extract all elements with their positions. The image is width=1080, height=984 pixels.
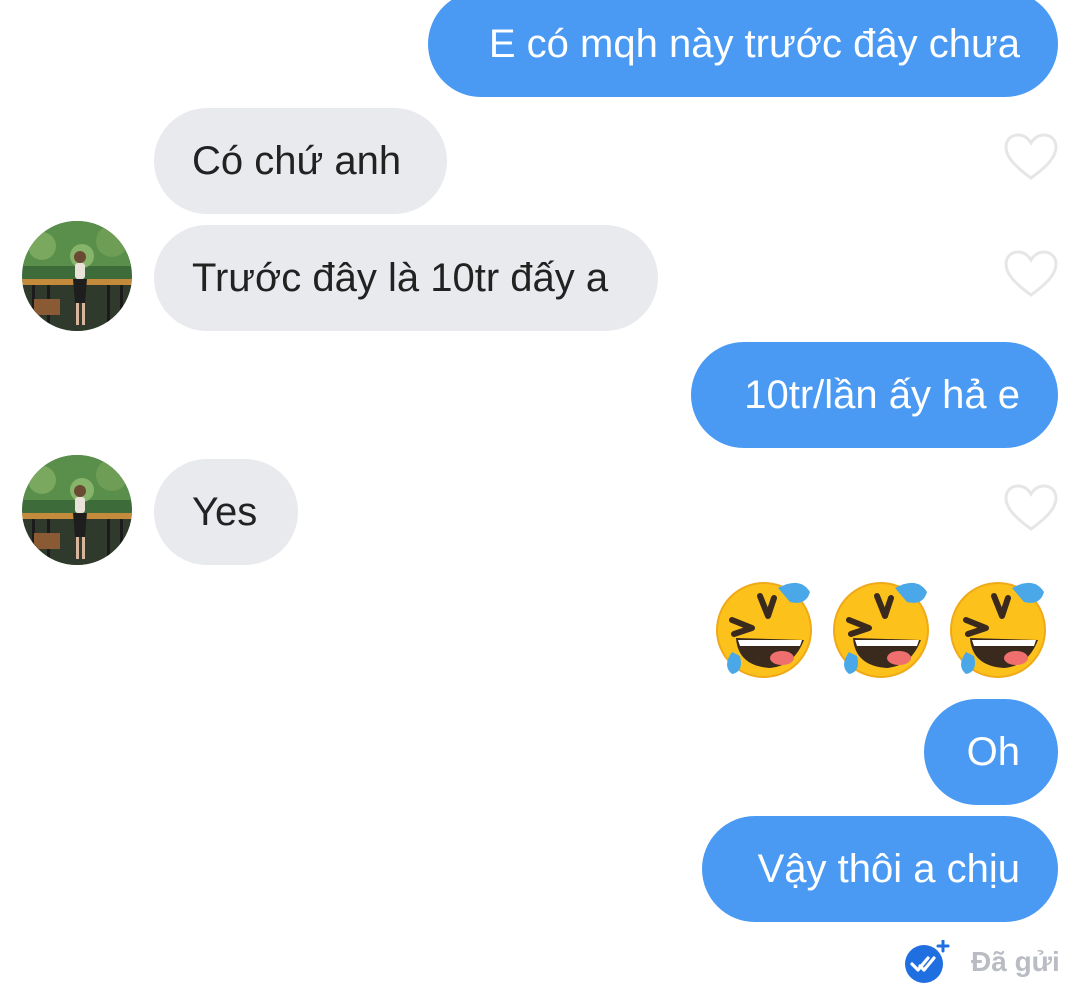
like-heart-icon[interactable] [1003,483,1059,533]
message-bubble-sent[interactable]: 10tr/lần ấy hả e [691,342,1058,448]
rolling-on-floor-laughing-emoji[interactable] [829,576,933,680]
contact-avatar[interactable] [22,455,132,565]
like-heart-icon[interactable] [1003,249,1059,299]
message-bubble-received[interactable]: Yes [154,459,298,565]
message-text: Yes [192,490,258,534]
message-text: Trước đây là 10tr đấy a [192,256,609,300]
like-heart-icon[interactable] [1003,132,1059,182]
sent-check-icon [905,940,950,983]
message-bubble-received[interactable]: Có chứ anh [154,108,447,214]
message-bubble-sent[interactable]: Vậy thôi a chịu [702,816,1058,922]
message-text: Oh [966,730,1020,774]
status-text: Đã gửi [971,946,1060,977]
message-bubble-sent[interactable]: Oh [924,699,1058,805]
message-text: Vậy thôi a chịu [757,847,1020,891]
rolling-on-floor-laughing-emoji[interactable] [712,576,816,680]
message-text: 10tr/lần ấy hả e [744,373,1020,417]
message-text: E có mqh này trước đây chưa [488,22,1020,66]
rolling-on-floor-laughing-emoji[interactable] [946,576,1050,680]
message-status: Đã gửi [903,940,1060,984]
message-bubble-received[interactable]: Trước đây là 10tr đấy a [154,225,658,331]
message-bubble-sent[interactable]: E có mqh này trước đây chưa [428,0,1058,97]
message-text: Có chứ anh [192,139,402,183]
contact-avatar[interactable] [22,221,132,331]
